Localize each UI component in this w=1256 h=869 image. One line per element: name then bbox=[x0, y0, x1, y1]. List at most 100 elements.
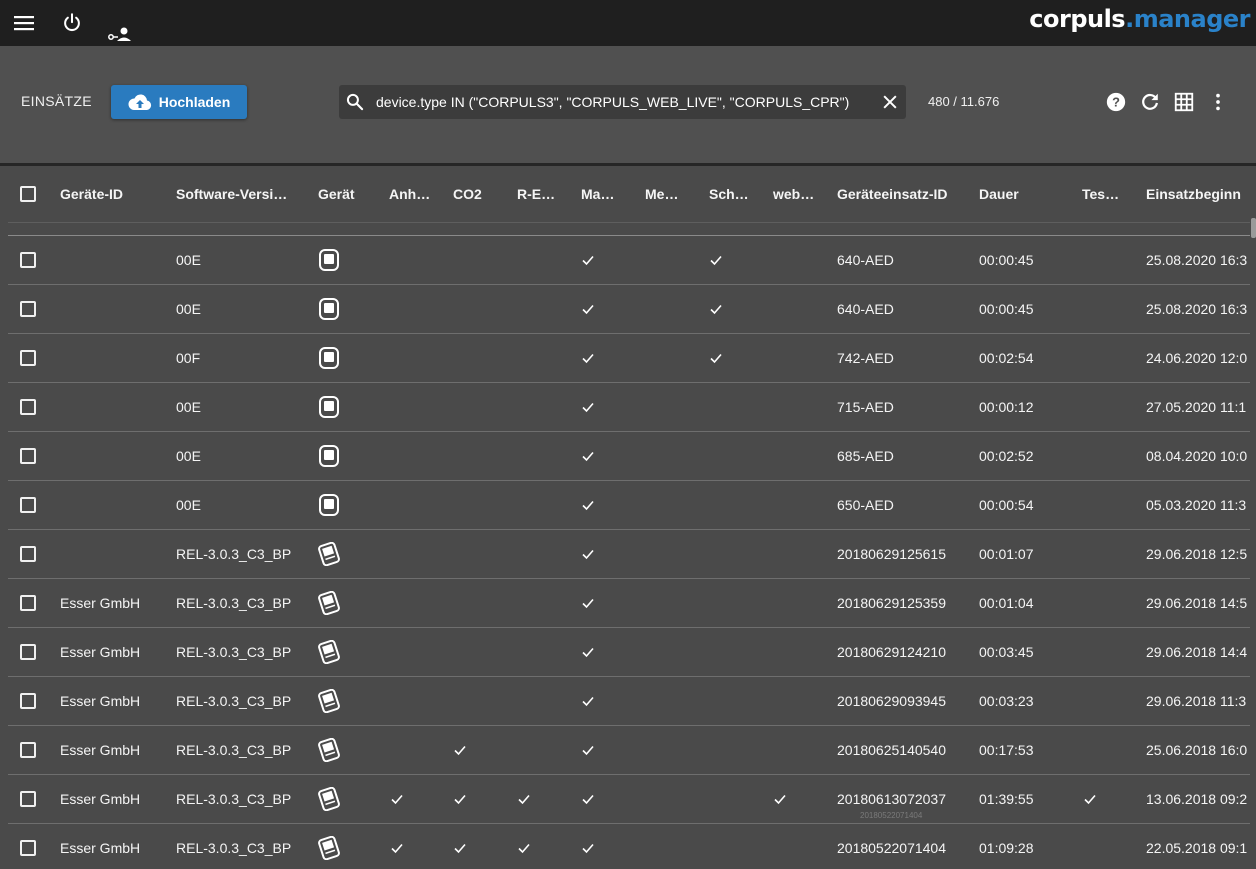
check-icon bbox=[581, 400, 595, 414]
column-header-geraet[interactable]: Gerät bbox=[318, 166, 368, 223]
column-header-anhang[interactable]: Anh… bbox=[389, 166, 435, 223]
row-checkbox[interactable] bbox=[20, 546, 36, 562]
logo-part-manager: .manager bbox=[1125, 5, 1250, 33]
refresh-icon[interactable] bbox=[1138, 90, 1162, 114]
row-checkbox[interactable] bbox=[20, 595, 36, 611]
cell-geraete-id bbox=[60, 334, 170, 382]
row-checkbox[interactable] bbox=[20, 448, 36, 464]
upload-button[interactable]: Hochladen bbox=[111, 85, 247, 119]
check-icon bbox=[581, 351, 595, 365]
row-checkbox[interactable] bbox=[20, 693, 36, 709]
cell-geraeteeinsatz-id: 20180629093945 bbox=[837, 693, 947, 709]
table-row[interactable]: 00E 640-AED 00:00:45 25.08.2020 16:3 bbox=[0, 285, 1256, 334]
row-checkbox[interactable] bbox=[20, 644, 36, 660]
aed-device-icon bbox=[318, 248, 340, 272]
table-row[interactable]: 00E 715-AED 00:00:12 27.05.2020 11:1 bbox=[0, 383, 1256, 432]
corpuls3-device-icon bbox=[318, 541, 340, 567]
column-header-r-e[interactable]: R-E… bbox=[517, 166, 563, 223]
row-checkbox[interactable] bbox=[20, 497, 36, 513]
power-icon[interactable] bbox=[60, 0, 84, 46]
cell-dauer: 00:00:45 bbox=[979, 252, 1034, 268]
check-icon bbox=[581, 645, 595, 659]
table-header: Geräte-ID Software-Versi… Gerät Anh… CO2… bbox=[0, 166, 1256, 223]
cell-einsatzbeginn: 05.03.2020 11:3 bbox=[1146, 497, 1247, 513]
table-row[interactable]: 00E 650-AED 00:00:54 05.03.2020 11:3 bbox=[0, 481, 1256, 530]
cell-geraeteeinsatz-id: 715-AED bbox=[837, 399, 894, 415]
row-checkbox[interactable] bbox=[20, 301, 36, 317]
table-row[interactable]: Esser GmbH REL-3.0.3_C3_BP 20180625140540 0… bbox=[0, 726, 1256, 775]
cloud-upload-icon bbox=[128, 94, 151, 110]
table-scrollbar[interactable] bbox=[1250, 166, 1256, 869]
check-icon bbox=[709, 302, 723, 316]
cell-einsatzbeginn: 13.06.2018 09:2 bbox=[1146, 791, 1248, 807]
column-header-software-version[interactable]: Software-Versi… bbox=[176, 166, 296, 223]
cell-einsatzbeginn: 27.05.2020 11:1 bbox=[1146, 399, 1247, 415]
row-checkbox[interactable] bbox=[20, 840, 36, 856]
table-row[interactable]: 00E 685-AED 00:02:52 08.04.2020 10:0 bbox=[0, 432, 1256, 481]
column-header-tes[interactable]: Tes… bbox=[1082, 166, 1128, 223]
corpuls3-device-icon bbox=[318, 590, 340, 616]
column-header-me[interactable]: Me… bbox=[645, 166, 691, 223]
column-header-web[interactable]: web… bbox=[773, 166, 819, 223]
cell-geraeteeinsatz-id: 20180522071404 bbox=[837, 840, 947, 856]
table-row[interactable]: REL-3.0.3_C3_BP 20180629125615 00:01:07 29.… bbox=[0, 530, 1256, 579]
row-checkbox[interactable] bbox=[20, 399, 36, 415]
search-box: device.type IN ("CORPULS3", "CORPULS_WEB… bbox=[339, 85, 906, 119]
table-row[interactable]: Esser GmbH REL-3.0.3_C3_BP 20180613072037 0… bbox=[0, 775, 1256, 824]
table-row[interactable]: Esser GmbH REL-3.0.3_C3_BP 20180629125359 0… bbox=[0, 579, 1256, 628]
table-row[interactable]: Esser GmbH REL-3.0.3_C3_BP 20180629093945 0… bbox=[0, 677, 1256, 726]
cell-geraete-id: Esser GmbH bbox=[60, 840, 141, 856]
check-icon bbox=[709, 351, 723, 365]
cell-geraeteeinsatz-id: 20180625140540 bbox=[837, 742, 947, 758]
cell-software-version: 00E bbox=[176, 301, 201, 317]
help-icon[interactable]: ? bbox=[1104, 90, 1128, 114]
menu-icon[interactable] bbox=[12, 0, 36, 46]
scrollbar-thumb[interactable] bbox=[1251, 218, 1256, 238]
section-title: EINSÄTZE bbox=[21, 93, 92, 109]
cell-dauer: 00:01:07 bbox=[979, 546, 1034, 562]
check-icon bbox=[581, 694, 595, 708]
column-header-geraete-id[interactable]: Geräte-ID bbox=[60, 166, 170, 223]
table-row[interactable]: 00E 640-AED 00:00:45 25.08.2020 16:3 bbox=[0, 236, 1256, 285]
column-header-sch[interactable]: Sch… bbox=[709, 166, 755, 223]
cell-geraete-id: Esser GmbH bbox=[60, 644, 141, 660]
table-row[interactable]: Esser GmbH REL-3.0.3_C3_BP 20180522071404 0… bbox=[0, 824, 1256, 869]
top-bar: corpuls.manager bbox=[0, 0, 1256, 46]
column-header-geraeteeinsatz-id[interactable]: Geräteeinsatz-ID bbox=[837, 166, 972, 223]
cell-software-version: 00E bbox=[176, 252, 201, 268]
row-checkbox[interactable] bbox=[20, 350, 36, 366]
cell-geraete-id: Esser GmbH bbox=[60, 791, 141, 807]
table-row[interactable]: Esser GmbH REL-3.0.3_C3_BP 20180629124210 0… bbox=[0, 628, 1256, 677]
cell-geraete-id: Esser GmbH bbox=[60, 693, 141, 709]
cell-einsatzbeginn: 08.04.2020 10:0 bbox=[1146, 448, 1248, 464]
cell-geraete-id bbox=[60, 481, 170, 529]
logo-part-corpuls: corpuls bbox=[1029, 5, 1126, 33]
grid-columns-icon[interactable] bbox=[1172, 90, 1196, 114]
cell-dauer: 00:02:54 bbox=[979, 350, 1034, 366]
more-vert-icon[interactable] bbox=[1206, 90, 1230, 114]
column-header-dauer[interactable]: Dauer bbox=[979, 166, 1069, 223]
cell-geraete-id bbox=[60, 432, 170, 480]
search-icon bbox=[346, 93, 364, 111]
cell-dauer: 00:00:54 bbox=[979, 497, 1034, 513]
row-checkbox[interactable] bbox=[20, 742, 36, 758]
cell-software-version: 00E bbox=[176, 399, 201, 415]
cell-geraete-id bbox=[60, 383, 170, 431]
check-icon bbox=[517, 841, 531, 855]
column-header-co2[interactable]: CO2 bbox=[453, 166, 499, 223]
corpuls3-device-icon bbox=[318, 688, 340, 714]
table-row[interactable]: 00F 742-AED 00:02:54 24.06.2020 12:0 bbox=[0, 334, 1256, 383]
row-checkbox[interactable] bbox=[20, 252, 36, 268]
search-input[interactable]: device.type IN ("CORPULS3", "CORPULS_WEB… bbox=[376, 85, 872, 119]
cell-einsatzbeginn: 22.05.2018 09:1 bbox=[1146, 840, 1248, 856]
close-icon[interactable] bbox=[880, 92, 900, 112]
corpuls3-device-icon bbox=[318, 835, 340, 861]
check-icon bbox=[390, 792, 404, 806]
cell-einsatzbeginn: 29.06.2018 12:5 bbox=[1146, 546, 1248, 562]
row-checkbox[interactable] bbox=[20, 791, 36, 807]
cell-software-version: REL-3.0.3_C3_BP bbox=[176, 791, 292, 807]
cell-software-version: REL-3.0.3_C3_BP bbox=[176, 742, 292, 758]
select-all-checkbox[interactable] bbox=[20, 186, 36, 202]
column-header-ma[interactable]: Ma… bbox=[581, 166, 627, 223]
column-header-einsatzbeginn[interactable]: Einsatzbeginn bbox=[1146, 166, 1250, 223]
